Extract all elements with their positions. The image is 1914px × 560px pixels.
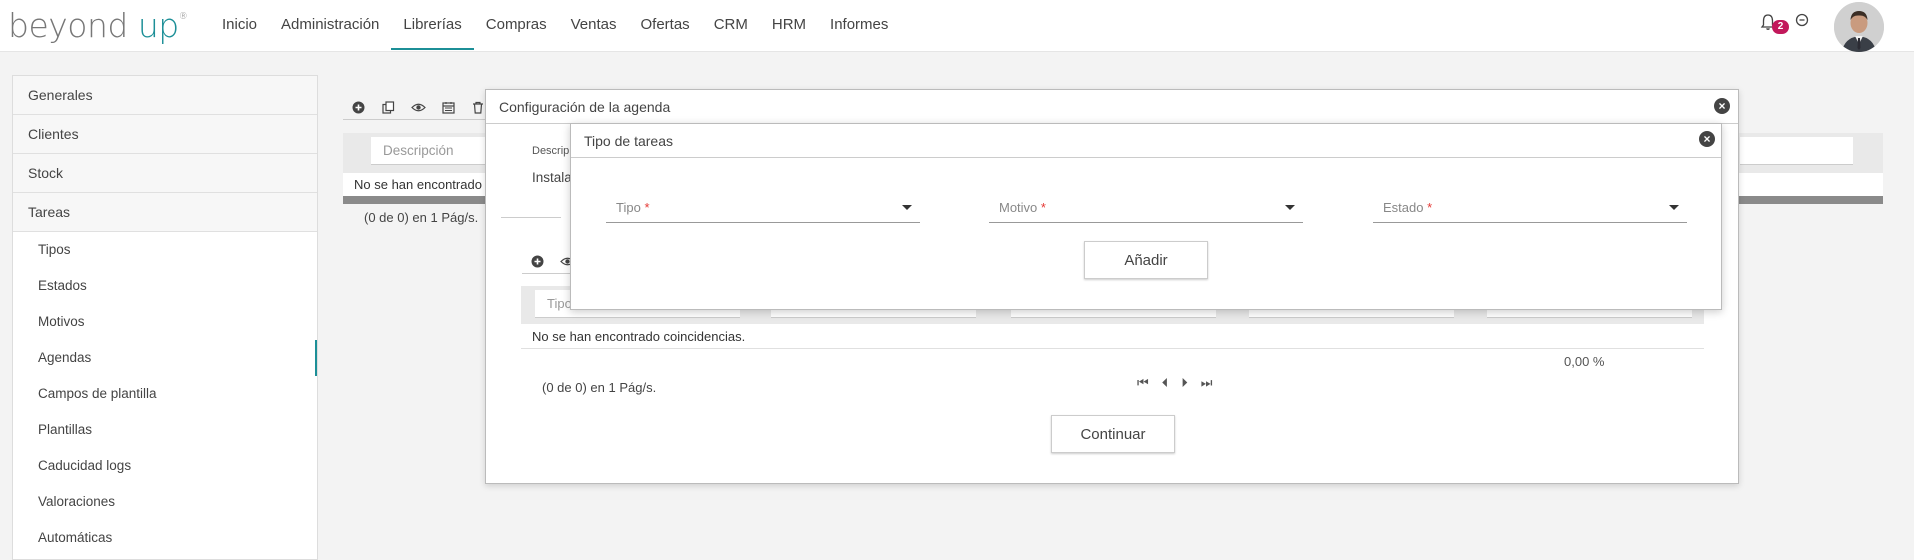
divider (501, 217, 561, 218)
sidebar: Generales Clientes Stock Tareas Tipos Es… (12, 75, 318, 560)
sidebar-item-automaticas[interactable]: Automáticas (13, 520, 317, 556)
sidebar-item-tipos[interactable]: Tipos (13, 232, 317, 268)
menu-item-ofertas[interactable]: Ofertas (629, 0, 702, 50)
calendar-icon[interactable] (433, 96, 463, 120)
chevron-down-icon (1669, 205, 1679, 210)
required-marker: * (1427, 200, 1433, 215)
notification-badge: 2 (1772, 20, 1789, 34)
menu-item-crm[interactable]: CRM (702, 0, 760, 50)
sidebar-item-motivos[interactable]: Motivos (13, 304, 317, 340)
sidebar-item-valoraciones[interactable]: Valoraciones (13, 484, 317, 520)
agenda-pager-text: (0 de 0) en 1 Pág/s. (542, 380, 657, 395)
menu-item-inicio[interactable]: Inicio (210, 0, 269, 50)
previous-page-icon[interactable]: ⏴ (1162, 375, 1169, 391)
chevron-down-icon (1285, 205, 1295, 210)
menu-item-informes[interactable]: Informes (818, 0, 900, 50)
brand-logo-registered: ® (178, 12, 188, 22)
menu-item-librerias[interactable]: Librerías (391, 0, 474, 50)
main-menu: Inicio Administración Librerías Compras … (210, 0, 900, 50)
sidebar-item-plantillas[interactable]: Plantillas (13, 412, 317, 448)
sidebar-item-caducidad-logs[interactable]: Caducidad logs (13, 448, 317, 484)
motivo-select-label: Motivo (999, 200, 1038, 215)
sidebar-item-estados[interactable]: Estados (13, 268, 317, 304)
menu-item-compras[interactable]: Compras (474, 0, 559, 50)
close-icon[interactable]: × (1699, 131, 1715, 147)
add-button[interactable]: Añadir (1084, 241, 1208, 279)
required-marker: * (644, 200, 650, 215)
estado-select-label: Estado (1383, 200, 1424, 215)
user-avatar[interactable] (1834, 2, 1884, 52)
close-icon[interactable]: × (1714, 98, 1730, 114)
tipo-select-label: Tipo (616, 200, 641, 215)
list-pager-text: (0 de 0) en 1 Pág/s. (364, 210, 479, 225)
copy-icon[interactable] (373, 96, 403, 120)
menu-item-hrm[interactable]: HRM (760, 0, 818, 50)
list-toolbar (343, 96, 493, 122)
menu-item-administracion[interactable]: Administración (269, 0, 391, 50)
first-page-icon[interactable]: ⏮ (1137, 375, 1149, 391)
agenda-empty-message: No se han encontrado coincidencias. (521, 324, 1704, 349)
percent-total: 0,00 % (1564, 354, 1605, 369)
next-page-icon[interactable]: ⏵ (1181, 375, 1188, 391)
continue-button[interactable]: Continuar (1051, 415, 1175, 453)
required-marker: * (1040, 200, 1046, 215)
eye-icon[interactable] (403, 96, 433, 120)
last-page-icon[interactable]: ⏭ (1201, 375, 1213, 391)
sidebar-section-clientes[interactable]: Clientes (13, 115, 317, 154)
estado-select[interactable]: Estado * (1373, 192, 1687, 223)
status-circle-icon[interactable] (1795, 13, 1809, 27)
sidebar-section-generales[interactable]: Generales (13, 76, 317, 115)
dialog-title: Tipo de tareas (571, 124, 1721, 158)
chevron-down-icon (902, 205, 912, 210)
add-icon[interactable] (522, 250, 552, 274)
dialog-title: Configuración de la agenda (486, 90, 1738, 124)
add-icon[interactable] (343, 96, 373, 120)
motivo-select[interactable]: Motivo * (989, 192, 1303, 223)
description-value[interactable]: Instala (532, 170, 572, 185)
brand-logo-text-a: beyond (8, 6, 138, 45)
sidebar-item-campos-de-plantilla[interactable]: Campos de plantilla (13, 376, 317, 412)
pager-controls: ⏮ ⏴ ⏵ ⏭ (1137, 375, 1212, 391)
top-nav-bar: beyond up® Inicio Administración Librerí… (0, 0, 1914, 52)
tipo-select[interactable]: Tipo * (606, 192, 920, 223)
brand-logo-text-b: up (137, 6, 179, 45)
column-filter-input[interactable] (1740, 137, 1853, 165)
description-label: Descrip (532, 145, 570, 157)
sidebar-section-stock[interactable]: Stock (13, 154, 317, 193)
menu-item-ventas[interactable]: Ventas (559, 0, 629, 50)
sidebar-item-agendas[interactable]: Agendas (13, 340, 317, 376)
brand-logo[interactable]: beyond up® (8, 6, 188, 45)
task-type-dialog: Tipo de tareas × Tipo * Motivo * Estado … (570, 123, 1722, 310)
sidebar-section-tareas[interactable]: Tareas (13, 193, 317, 232)
